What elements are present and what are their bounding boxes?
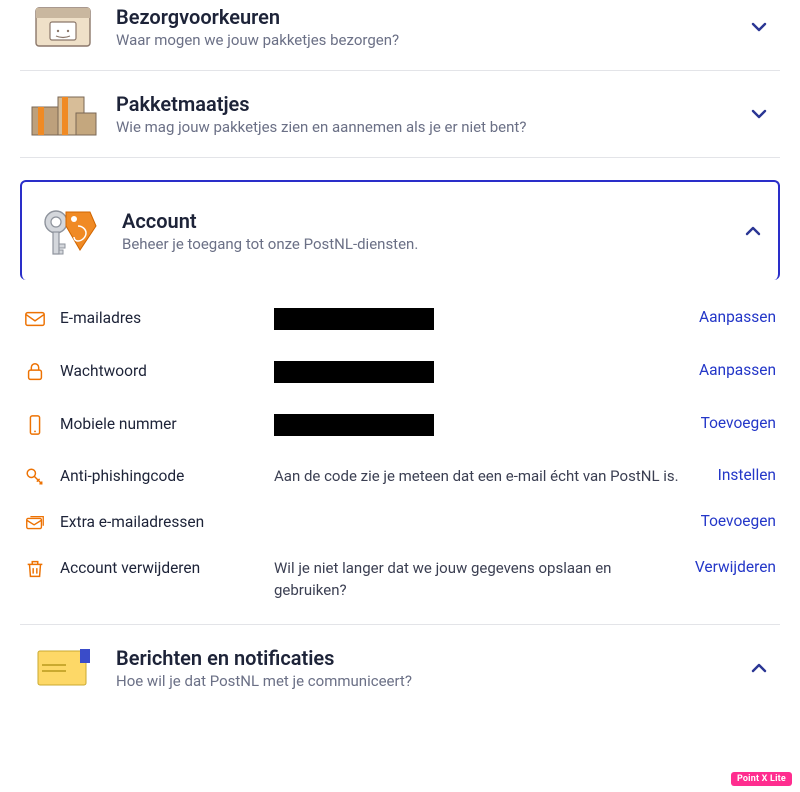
edit-email-link[interactable]: Aanpassen [699, 308, 776, 326]
section-title: Pakketmaatjes [116, 92, 748, 116]
set-antiphishing-link[interactable]: Instellen [718, 466, 776, 484]
add-mobile-link[interactable]: Toevoegen [701, 414, 776, 432]
row-value-redacted [274, 308, 685, 337]
account-rows: E-mailadres Aanpassen Wachtwoord Aanpass… [20, 292, 780, 625]
section-title: Bezorgvoorkeuren [116, 5, 748, 29]
edit-password-link[interactable]: Aanpassen [699, 361, 776, 379]
row-label: Account verwijderen [60, 558, 260, 577]
section-account[interactable]: Account Beheer je toegang tot onze PostN… [20, 180, 780, 280]
row-label: Anti-phishingcode [60, 466, 260, 485]
section-messages-notifications[interactable]: Berichten en notificaties Hoe wil je dat… [20, 625, 780, 711]
section-subtitle: Waar mogen we jouw pakketjes bezorgen? [116, 31, 748, 49]
row-email: E-mailadres Aanpassen [20, 296, 780, 349]
row-label: Mobiele nummer [60, 414, 260, 433]
row-antiphishing: Anti-phishingcode Aan de code zie je met… [20, 454, 780, 500]
trash-icon [24, 558, 46, 580]
chevron-down-icon [748, 104, 770, 124]
parcel-box-icon [30, 0, 98, 54]
row-description: Aan de code zie je meteen dat een e-mail… [274, 466, 704, 488]
section-delivery-labels: Bezorgvoorkeuren Waar mogen we jouw pakk… [116, 5, 748, 49]
section-subtitle: Hoe wil je dat PostNL met je communiceer… [116, 672, 748, 690]
section-messages-labels: Berichten en notificaties Hoe wil je dat… [116, 646, 748, 690]
chevron-down-icon [748, 17, 770, 37]
section-parcel-buddies[interactable]: Pakketmaatjes Wie mag jouw pakketjes zie… [20, 71, 780, 158]
row-password: Wachtwoord Aanpassen [20, 349, 780, 402]
envelopes-icon [24, 512, 46, 534]
row-extra-emails: Extra e-mailadressen Toevoegen [20, 500, 780, 546]
row-value-redacted [274, 414, 687, 443]
row-label: Extra e-mailadressen [60, 512, 260, 531]
section-delivery-preferences[interactable]: Bezorgvoorkeuren Waar mogen we jouw pakk… [20, 0, 780, 71]
parcel-boxes-icon [30, 87, 98, 141]
watermark-badge: Point X Lite [731, 772, 792, 786]
section-buddies-labels: Pakketmaatjes Wie mag jouw pakketjes zie… [116, 92, 748, 136]
envelope-icon [24, 308, 46, 330]
key-tag-icon [36, 204, 104, 258]
mobile-phone-icon [24, 414, 46, 436]
section-title: Berichten en notificaties [116, 646, 748, 670]
row-value-redacted [274, 361, 685, 390]
row-delete-account: Account verwijderen Wil je niet langer d… [20, 546, 780, 614]
chevron-up-icon [748, 658, 770, 678]
row-description: Wil je niet langer dat we jouw gegevens … [274, 558, 681, 602]
row-label: E-mailadres [60, 308, 260, 327]
section-title: Account [122, 209, 742, 233]
lock-icon [24, 361, 46, 383]
add-extra-email-link[interactable]: Toevoegen [701, 512, 776, 530]
row-label: Wachtwoord [60, 361, 260, 380]
section-account-labels: Account Beheer je toegang tot onze PostN… [122, 209, 742, 253]
section-subtitle: Beheer je toegang tot onze PostNL-dienst… [122, 235, 742, 253]
row-mobile: Mobiele nummer Toevoegen [20, 402, 780, 455]
delete-account-link[interactable]: Verwijderen [695, 558, 776, 576]
key-icon [24, 466, 46, 488]
section-subtitle: Wie mag jouw pakketjes zien en aannemen … [116, 118, 748, 136]
envelope-badge-icon [30, 641, 98, 695]
chevron-up-icon [742, 221, 764, 241]
